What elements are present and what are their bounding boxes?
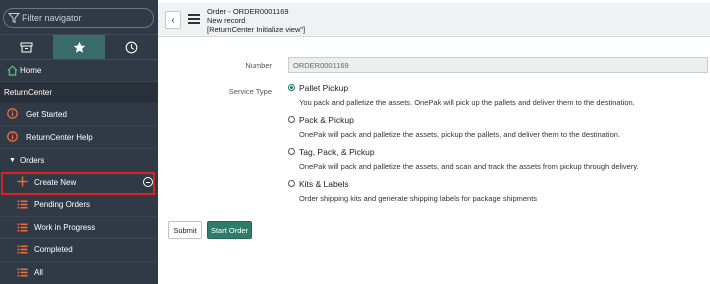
star-icon (73, 41, 85, 53)
tab-history[interactable] (105, 35, 158, 59)
nav-item-label: Home (20, 66, 42, 75)
radio-option-title: Kits & Labels (299, 179, 349, 189)
nav-item-label: Orders (19, 155, 45, 165)
nav-item-home[interactable]: Home (0, 60, 158, 82)
nav-item-label: Get Started (26, 109, 67, 119)
archive-icon (20, 42, 33, 52)
radio-option-description: OnePak will pack and palletize the asset… (299, 162, 639, 171)
radio-option-description: You pack and palletize the assets. OnePa… (299, 98, 635, 107)
radio-option-description: OnePak will pack and palletize the asset… (299, 130, 621, 139)
radio-option-title: Pack & Pickup (299, 115, 354, 125)
nav-item-label: ReturnCenter Help (26, 132, 93, 142)
filter-input[interactable] (22, 11, 150, 25)
tab-all-apps[interactable] (0, 35, 53, 59)
view-name: [ReturnCenter Initialize view"] (207, 25, 306, 34)
nav-tabs (0, 34, 158, 60)
hamburger-menu-icon[interactable] (188, 14, 200, 24)
nav-item-label: Completed (34, 245, 73, 255)
tab-favorites[interactable] (52, 35, 106, 59)
nav-module-orders[interactable]: ▼ Orders (0, 149, 158, 171)
section-header-returncenter[interactable]: ReturnCenter (0, 82, 158, 103)
filter-icon (8, 13, 20, 24)
start-order-button[interactable]: Start Order (207, 221, 252, 239)
filter-navigator[interactable] (3, 8, 154, 28)
caret-down-icon: ▼ (9, 156, 16, 164)
info-icon (7, 131, 18, 142)
number-field[interactable] (288, 57, 708, 73)
list-icon (17, 245, 28, 254)
radio-button-selected[interactable] (288, 84, 295, 91)
nav-item-pending-orders[interactable]: Pending Orders (0, 194, 158, 217)
radio-option-kits-labels[interactable]: Kits & Labels Order shipping kits and ge… (288, 179, 708, 207)
form-header: ‹ Order - ORDER0001169 New record [Retur… (158, 3, 710, 37)
nav-item-label: Work in Progress (34, 222, 96, 232)
radio-option-title: Tag, Pack, & Pickup (299, 147, 375, 157)
info-icon (7, 108, 18, 119)
nav-item-all[interactable]: All (0, 262, 158, 284)
radio-option-pack-pickup[interactable]: Pack & Pickup OnePak will pack and palle… (288, 115, 708, 147)
nav-item-work-in-progress[interactable]: Work in Progress (0, 217, 158, 239)
nav-item-label: Pending Orders (34, 200, 91, 210)
back-button[interactable]: ‹ (165, 11, 181, 29)
service-type-label: Service Type (228, 87, 272, 96)
radio-option-description: Order shipping kits and generate shippin… (299, 194, 538, 203)
number-label: Number (245, 61, 272, 70)
chevron-left-icon: ‹ (171, 14, 175, 26)
create-new-highlight (1, 172, 155, 195)
sidebar: Home ReturnCenter Get Started ReturnCent… (0, 0, 158, 284)
header-text: Order - ORDER0001169 New record [ReturnC… (207, 7, 305, 34)
list-icon (17, 200, 28, 209)
radio-button[interactable] (288, 180, 295, 187)
service-type-radio-group: Pallet Pickup You pack and palletize the… (288, 83, 708, 207)
record-subtitle: New record (207, 16, 246, 25)
nav-item-completed[interactable]: Completed (0, 239, 158, 262)
radio-option-title: Pallet Pickup (299, 83, 349, 93)
record-title: Order - ORDER0001169 (207, 7, 289, 16)
nav-item-label: All (34, 268, 43, 278)
nav-item-get-started[interactable]: Get Started (0, 103, 158, 126)
list-icon (17, 223, 28, 231)
radio-option-tag-pack-pickup[interactable]: Tag, Pack, & Pickup OnePak will pack and… (288, 147, 708, 179)
home-icon (7, 65, 18, 76)
radio-button[interactable] (288, 116, 295, 123)
list-icon (17, 268, 28, 276)
clock-icon (125, 41, 138, 53)
submit-button[interactable]: Submit (168, 221, 202, 239)
radio-button[interactable] (288, 148, 295, 155)
radio-option-pallet-pickup[interactable]: Pallet Pickup You pack and palletize the… (288, 83, 708, 115)
nav-item-returncenter-help[interactable]: ReturnCenter Help (0, 126, 158, 149)
